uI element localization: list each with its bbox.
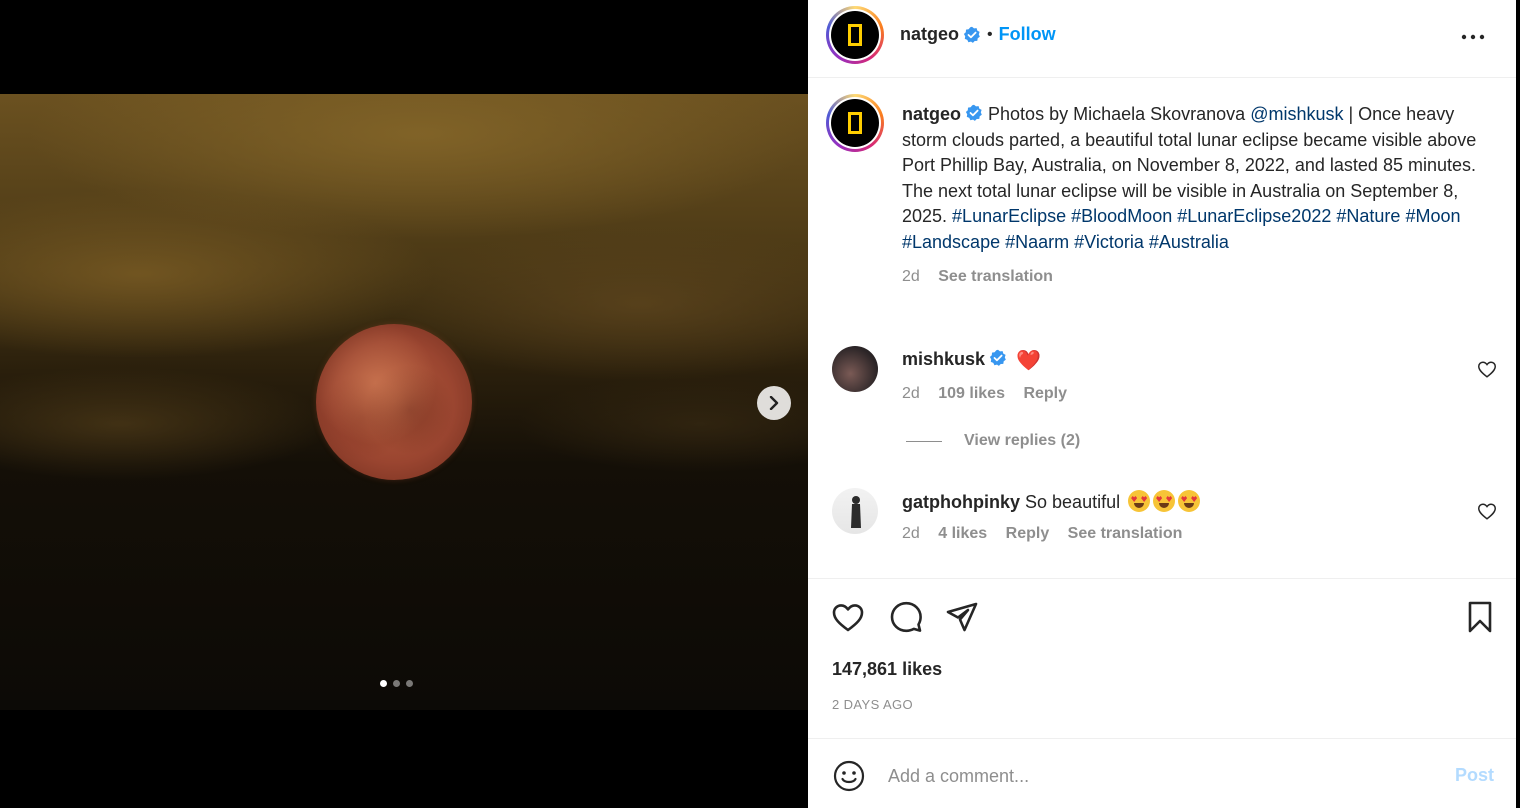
add-comment-bar: Post — [808, 738, 1516, 808]
hashtag-link[interactable]: #Naarm — [1005, 232, 1069, 252]
view-replies-label: View replies (2) — [964, 432, 1081, 449]
header-user-row: natgeo • Follow — [900, 24, 1056, 45]
mention-link[interactable]: @mishkusk — [1250, 104, 1343, 124]
carousel-indicator — [380, 680, 413, 687]
more-horizontal-icon — [1461, 34, 1485, 40]
hashtag-link[interactable]: #Nature — [1336, 206, 1400, 226]
verified-badge-icon — [965, 104, 982, 121]
like-heart-icon[interactable] — [830, 599, 866, 635]
caption-author-avatar[interactable] — [826, 94, 884, 152]
window-edge — [1516, 0, 1520, 808]
view-replies-line — [906, 440, 942, 442]
like-comment-heart-icon[interactable] — [1476, 358, 1498, 380]
star-struck-emoji-icon — [1128, 490, 1151, 512]
star-struck-emoji-icon — [1178, 490, 1201, 512]
caption-text: natgeo Photos by Michaela Skovranova @mi… — [902, 102, 1484, 289]
natgeo-logo-icon — [848, 24, 862, 46]
comment-meta: 2d 4 likes Reply See translation — [902, 525, 1200, 543]
save-bookmark-icon[interactable] — [1462, 599, 1498, 635]
star-struck-emoji-icon — [1153, 490, 1176, 512]
comment-time: 2d — [902, 385, 920, 402]
hashtag-link[interactable]: #Australia — [1149, 232, 1229, 252]
post-actions: 147,861 likes 2 DAYS AGO — [808, 578, 1516, 738]
carousel-dot-1 — [380, 680, 387, 687]
caption-body-1: Photos by Michaela Skovranova — [988, 104, 1251, 124]
post-time: 2 DAYS AGO — [832, 697, 914, 712]
likes-count[interactable]: 147,861 likes — [832, 659, 942, 680]
emoji-smiley-icon[interactable] — [832, 759, 866, 793]
hashtag-link[interactable]: #Moon — [1405, 206, 1460, 226]
author-avatar[interactable] — [826, 6, 884, 64]
person-silhouette-icon — [851, 496, 861, 528]
carousel-dot-3 — [406, 680, 413, 687]
post-side-panel: natgeo • Follow natgeo Photos by Michael… — [808, 0, 1516, 808]
reply-button[interactable]: Reply — [1006, 525, 1050, 542]
hashtag-link[interactable]: #LunarEclipse2022 — [1177, 206, 1331, 226]
reply-button[interactable]: Reply — [1023, 385, 1067, 402]
comment-time: 2d — [902, 525, 920, 542]
comment-username[interactable]: mishkusk — [902, 349, 985, 369]
comment-meta: 2d 109 likes Reply — [902, 385, 1081, 403]
caption-meta: 2d See translation — [902, 264, 1484, 290]
comment-bubble-icon[interactable] — [888, 599, 924, 635]
comment-username[interactable]: gatphohpinky — [902, 492, 1020, 512]
more-options-button[interactable] — [1458, 22, 1488, 52]
carousel-dot-2 — [393, 680, 400, 687]
hashtag-link[interactable]: #LunarEclipse — [952, 206, 1066, 226]
author-username[interactable]: natgeo — [900, 24, 959, 45]
hashtag-link[interactable]: #BloodMoon — [1071, 206, 1172, 226]
media-panel — [0, 0, 808, 808]
follow-button[interactable]: Follow — [999, 24, 1056, 45]
comment-likes[interactable]: 109 likes — [938, 385, 1005, 402]
comment-text: So beautiful — [1025, 492, 1121, 512]
comment-text: ❤️ — [1016, 350, 1041, 372]
chevron-right-icon — [769, 396, 779, 410]
see-translation-button[interactable]: See translation — [938, 268, 1053, 285]
add-comment-input[interactable] — [888, 759, 1428, 793]
caption-username[interactable]: natgeo — [902, 104, 961, 124]
blood-moon — [316, 324, 472, 480]
separator-dot: • — [987, 25, 993, 43]
share-send-icon[interactable] — [944, 599, 980, 635]
see-translation-button[interactable]: See translation — [1068, 525, 1183, 542]
like-comment-heart-icon[interactable] — [1476, 500, 1498, 522]
natgeo-logo-icon — [848, 112, 862, 134]
post-photo — [0, 94, 808, 710]
comment-body: gatphohpinky So beautiful 2d 4 likes Rep… — [902, 490, 1201, 543]
instagram-post-modal: natgeo • Follow natgeo Photos by Michael… — [0, 0, 1520, 808]
hashtag-link[interactable]: #Victoria — [1074, 232, 1144, 252]
hashtag-link[interactable]: #Landscape — [902, 232, 1000, 252]
post-comment-button[interactable]: Post — [1455, 765, 1494, 786]
verified-badge-icon — [989, 349, 1006, 366]
comment-likes[interactable]: 4 likes — [938, 525, 987, 542]
post-header: natgeo • Follow — [808, 0, 1516, 78]
verified-badge-icon — [963, 26, 980, 43]
view-replies-button[interactable]: View replies (2) — [906, 432, 1080, 450]
next-image-button[interactable] — [757, 386, 791, 420]
comment-body: mishkusk ❤️ 2d 109 likes Reply — [902, 348, 1081, 403]
caption-time: 2d — [902, 267, 920, 285]
commenter-avatar[interactable] — [832, 346, 878, 392]
commenter-avatar[interactable] — [832, 488, 878, 534]
